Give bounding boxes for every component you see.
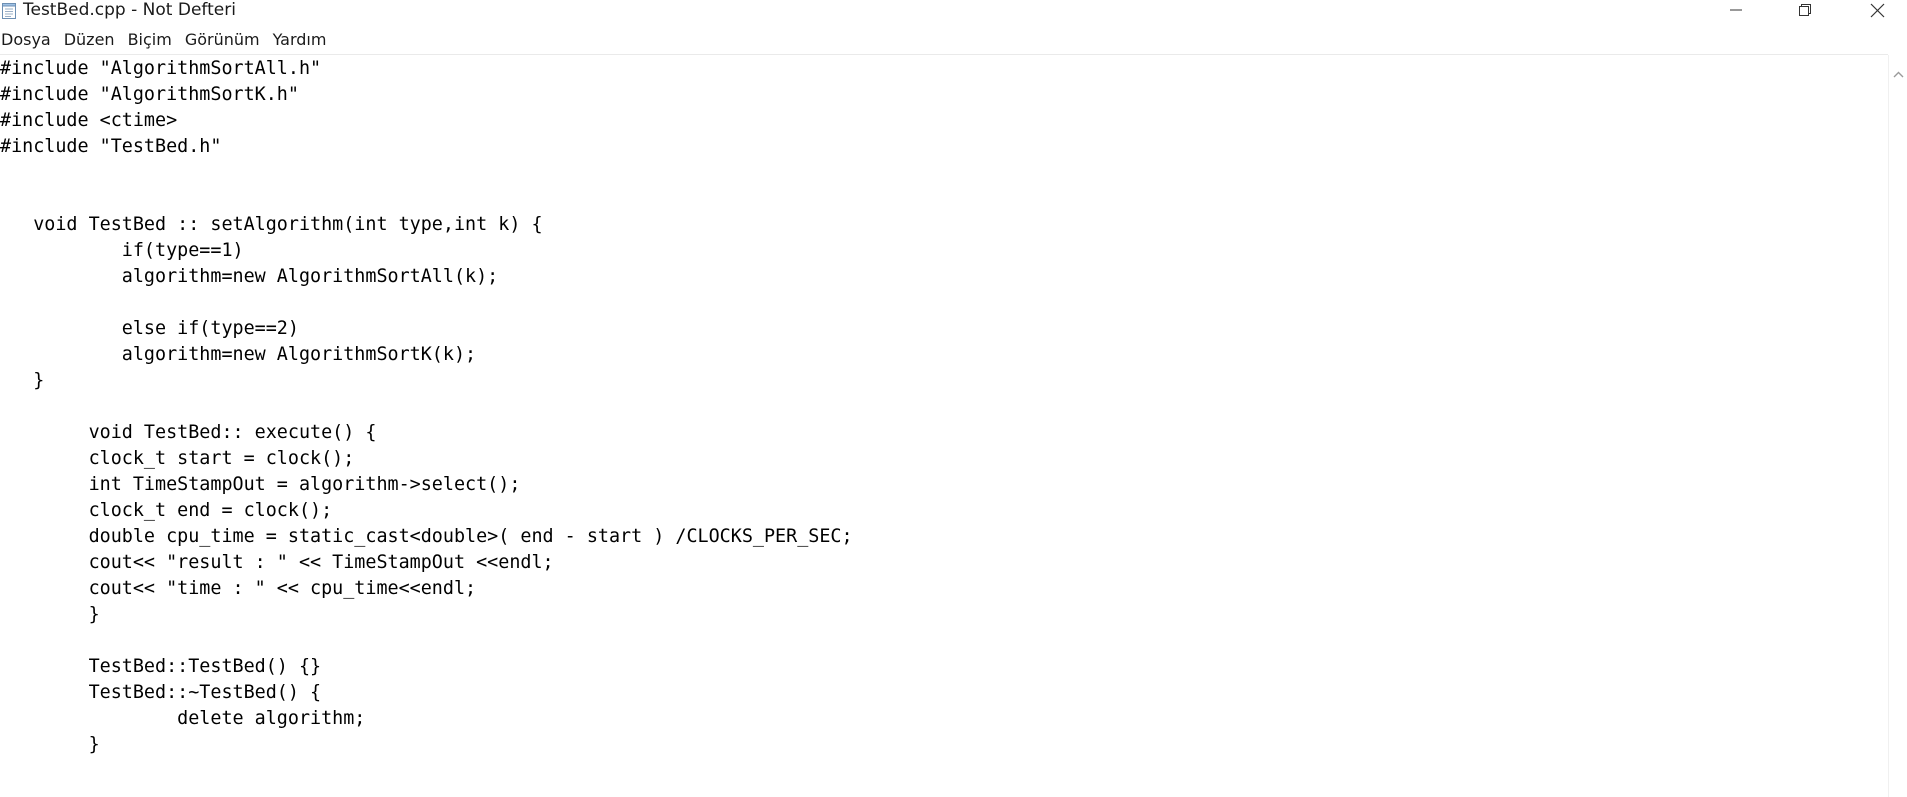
chevron-up-icon bbox=[1893, 71, 1904, 78]
code-line: cout<< "result : " << TimeStampOut <<end… bbox=[0, 552, 554, 573]
restore-button[interactable] bbox=[1775, 0, 1835, 20]
close-button[interactable] bbox=[1847, 0, 1907, 20]
menu-bar: Dosya Düzen Biçim Görünüm Yardım bbox=[0, 28, 339, 52]
code-line: clock_t start = clock(); bbox=[0, 448, 355, 469]
code-line: } bbox=[0, 734, 100, 755]
window-title: TestBed.cpp - Not Defteri bbox=[23, 0, 236, 20]
notepad-window: TestBed.cpp - Not Defteri Dosya Düzen Bi… bbox=[0, 0, 1907, 797]
code-line: #include <ctime> bbox=[0, 110, 178, 131]
menu-item-yardim[interactable]: Yardım bbox=[273, 28, 327, 52]
text-editor[interactable]: #include "AlgorithmSortAll.h" #include "A… bbox=[0, 55, 1888, 797]
code-line: #include "AlgorithmSortAll.h" bbox=[0, 58, 322, 79]
code-line: TestBed::TestBed() {} bbox=[0, 656, 322, 677]
code-line: } bbox=[0, 604, 100, 625]
code-line: } bbox=[0, 370, 45, 391]
minimize-icon bbox=[1730, 9, 1742, 11]
code-line: cout<< "time : " << cpu_time<<endl; bbox=[0, 578, 477, 599]
close-icon bbox=[1870, 3, 1884, 17]
menu-item-duzen[interactable]: Düzen bbox=[64, 28, 115, 52]
code-line: delete algorithm; bbox=[0, 708, 366, 729]
code-line: #include "TestBed.h" bbox=[0, 136, 222, 157]
code-line: #include "AlgorithmSortK.h" bbox=[0, 84, 299, 105]
code-line: double cpu_time = static_cast<double>( e… bbox=[0, 526, 853, 547]
menu-item-gorunum[interactable]: Görünüm bbox=[185, 28, 260, 52]
code-line: else if(type==2) bbox=[0, 318, 299, 339]
code-line: algorithm=new AlgorithmSortAll(k); bbox=[0, 266, 499, 287]
scroll-up-button[interactable] bbox=[1892, 65, 1905, 78]
menu-item-dosya[interactable]: Dosya bbox=[0, 28, 51, 52]
code-lines: #include "AlgorithmSortAll.h" #include "A… bbox=[0, 56, 853, 758]
notepad-icon bbox=[2, 2, 17, 19]
code-line: void TestBed:: execute() { bbox=[0, 422, 377, 443]
title-bar[interactable]: TestBed.cpp - Not Defteri bbox=[0, 0, 1907, 24]
menu-item-bicim[interactable]: Biçim bbox=[128, 28, 172, 52]
code-line: int TimeStampOut = algorithm->select(); bbox=[0, 474, 521, 495]
code-line: if(type==1) bbox=[0, 240, 244, 261]
minimize-button[interactable] bbox=[1706, 0, 1766, 20]
code-line: clock_t end = clock(); bbox=[0, 500, 333, 521]
vertical-scrollbar[interactable] bbox=[1888, 55, 1907, 797]
code-line: algorithm=new AlgorithmSortK(k); bbox=[0, 344, 477, 365]
code-line: TestBed::~TestBed() { bbox=[0, 682, 322, 703]
code-line: void TestBed :: setAlgorithm(int type,in… bbox=[0, 214, 543, 235]
restore-icon bbox=[1799, 4, 1811, 16]
